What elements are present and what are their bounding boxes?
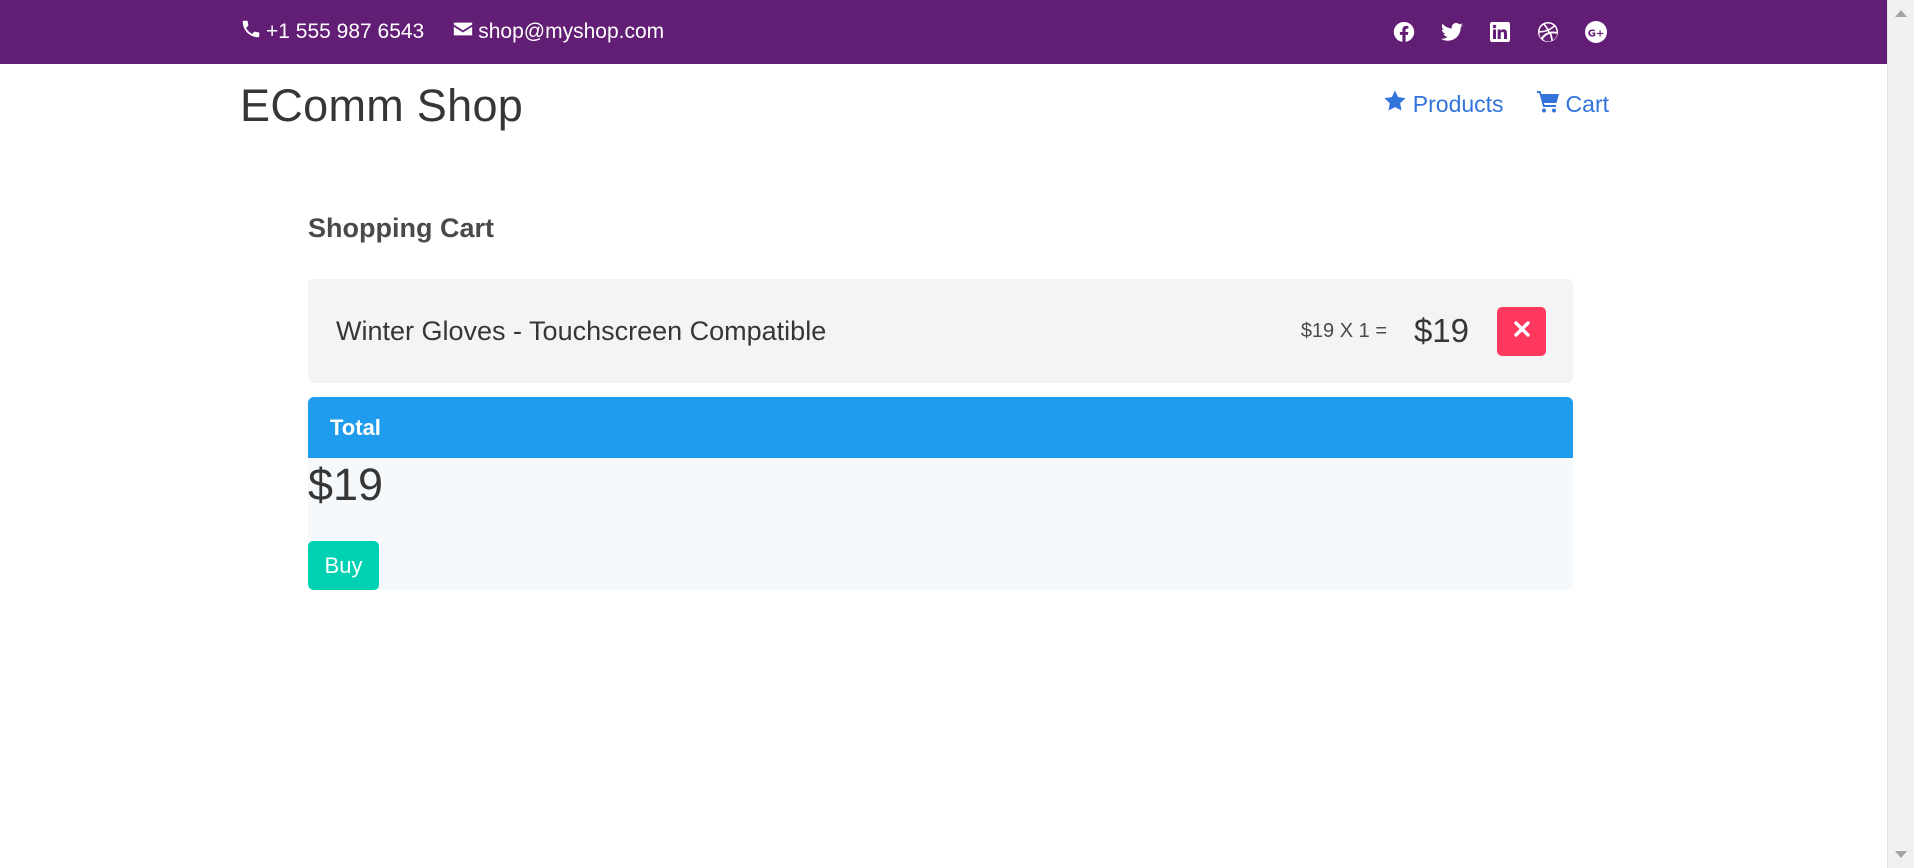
email-address: shop@myshop.com — [478, 20, 665, 43]
total-header: Total — [308, 397, 1573, 458]
linkedin-icon[interactable] — [1488, 20, 1512, 44]
main-nav: Products Cart — [1351, 89, 1609, 119]
nav-products-link[interactable]: Products — [1383, 89, 1504, 119]
star-icon — [1383, 89, 1413, 119]
page-title: Shopping Cart — [308, 213, 494, 243]
top-contact-bar: +1 555 987 6543 shop@myshop.com G+ — [0, 0, 1887, 64]
envelope-icon — [452, 18, 478, 46]
cart-icon — [1536, 89, 1566, 119]
twitter-icon[interactable] — [1440, 20, 1464, 44]
site-brand[interactable]: EComm Shop — [240, 80, 523, 132]
cart-item-line-total: $19 — [1413, 312, 1469, 349]
remove-item-button[interactable] — [1497, 307, 1546, 356]
dribbble-icon[interactable] — [1536, 20, 1560, 44]
phone-icon — [240, 18, 266, 46]
svg-text:G+: G+ — [1588, 29, 1605, 40]
total-amount: $19 — [308, 459, 384, 510]
scroll-up-arrow-icon[interactable] — [1895, 10, 1907, 17]
google-plus-icon[interactable]: G+ — [1584, 20, 1608, 44]
contact-info: +1 555 987 6543 shop@myshop.com — [240, 0, 692, 64]
close-icon — [1513, 320, 1531, 343]
cart-item-name: Winter Gloves - Touchscreen Compatible — [336, 315, 827, 346]
phone-number: +1 555 987 6543 — [266, 20, 425, 43]
nav-cart-link[interactable]: Cart — [1536, 89, 1609, 119]
buy-button[interactable]: Buy — [308, 541, 379, 590]
total-panel: Total $19 Buy — [308, 397, 1573, 590]
nav-products-label: Products — [1412, 90, 1504, 117]
nav-cart-label: Cart — [1565, 90, 1609, 117]
cart-item-row: Winter Gloves - Touchscreen Compatible $… — [308, 279, 1573, 383]
social-links: G+ — [1368, 0, 1608, 64]
total-label: Total — [330, 414, 381, 440]
phone-contact: +1 555 987 6543 — [240, 18, 424, 46]
facebook-icon[interactable] — [1392, 20, 1416, 44]
email-contact: shop@myshop.com — [452, 18, 664, 46]
cart-item-price-calc: $19 X 1 = — [1300, 319, 1387, 342]
vertical-scrollbar[interactable] — [1887, 0, 1914, 868]
scroll-down-arrow-icon[interactable] — [1895, 851, 1907, 858]
